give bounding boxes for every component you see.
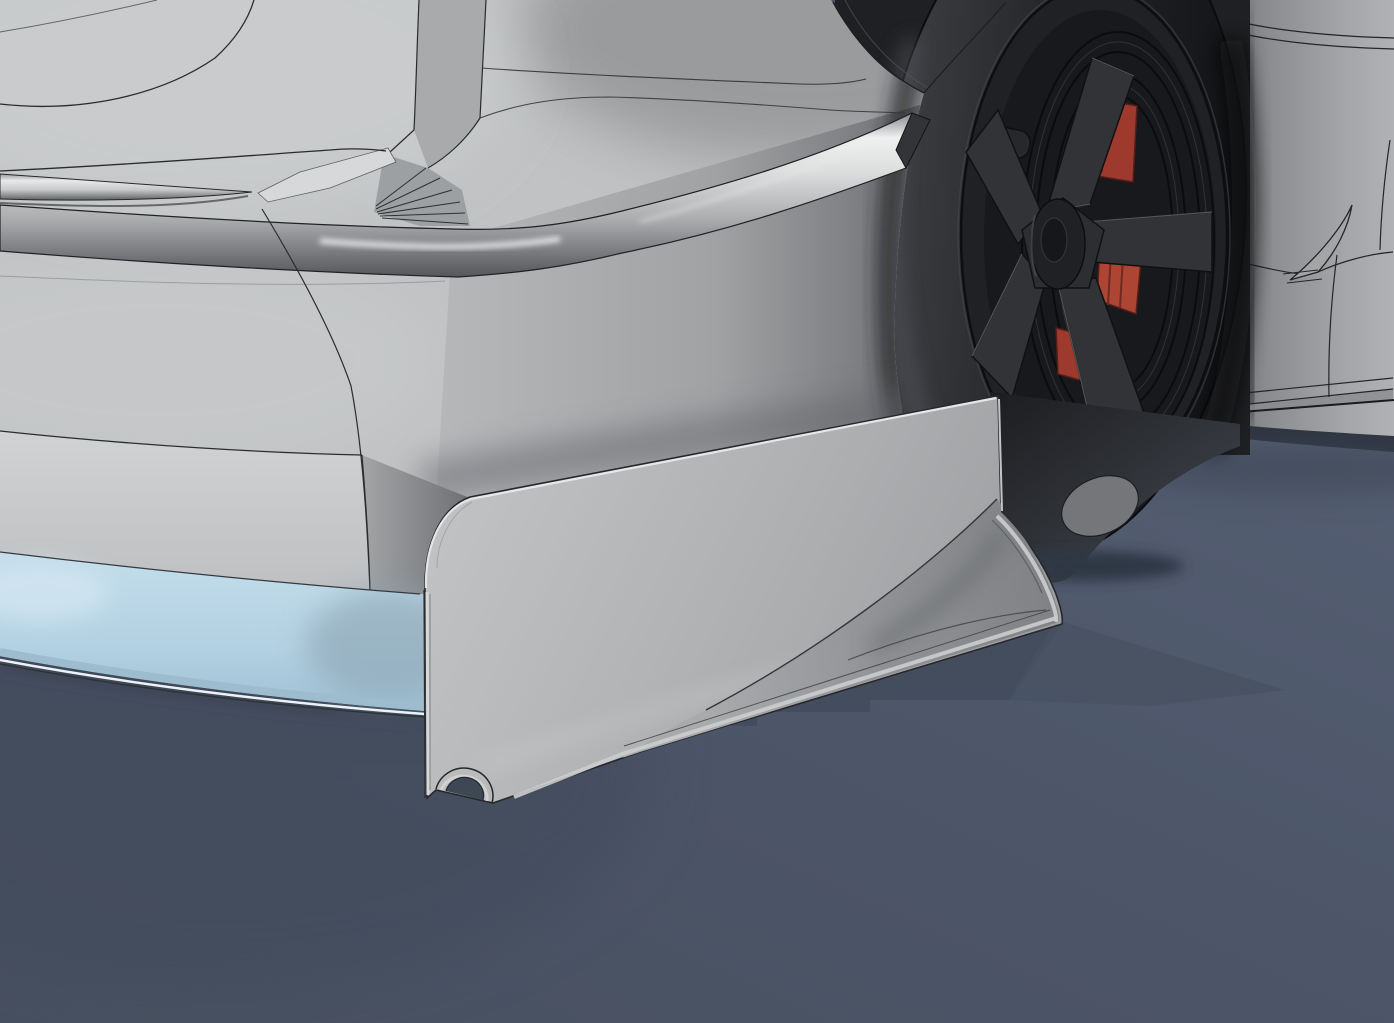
center-cap-inner: [1041, 218, 1067, 262]
endplate-left-edge-face: [427, 592, 428, 795]
render-canvas[interactable]: [0, 0, 1394, 1023]
cad-3d-viewport[interactable]: [0, 0, 1394, 1023]
